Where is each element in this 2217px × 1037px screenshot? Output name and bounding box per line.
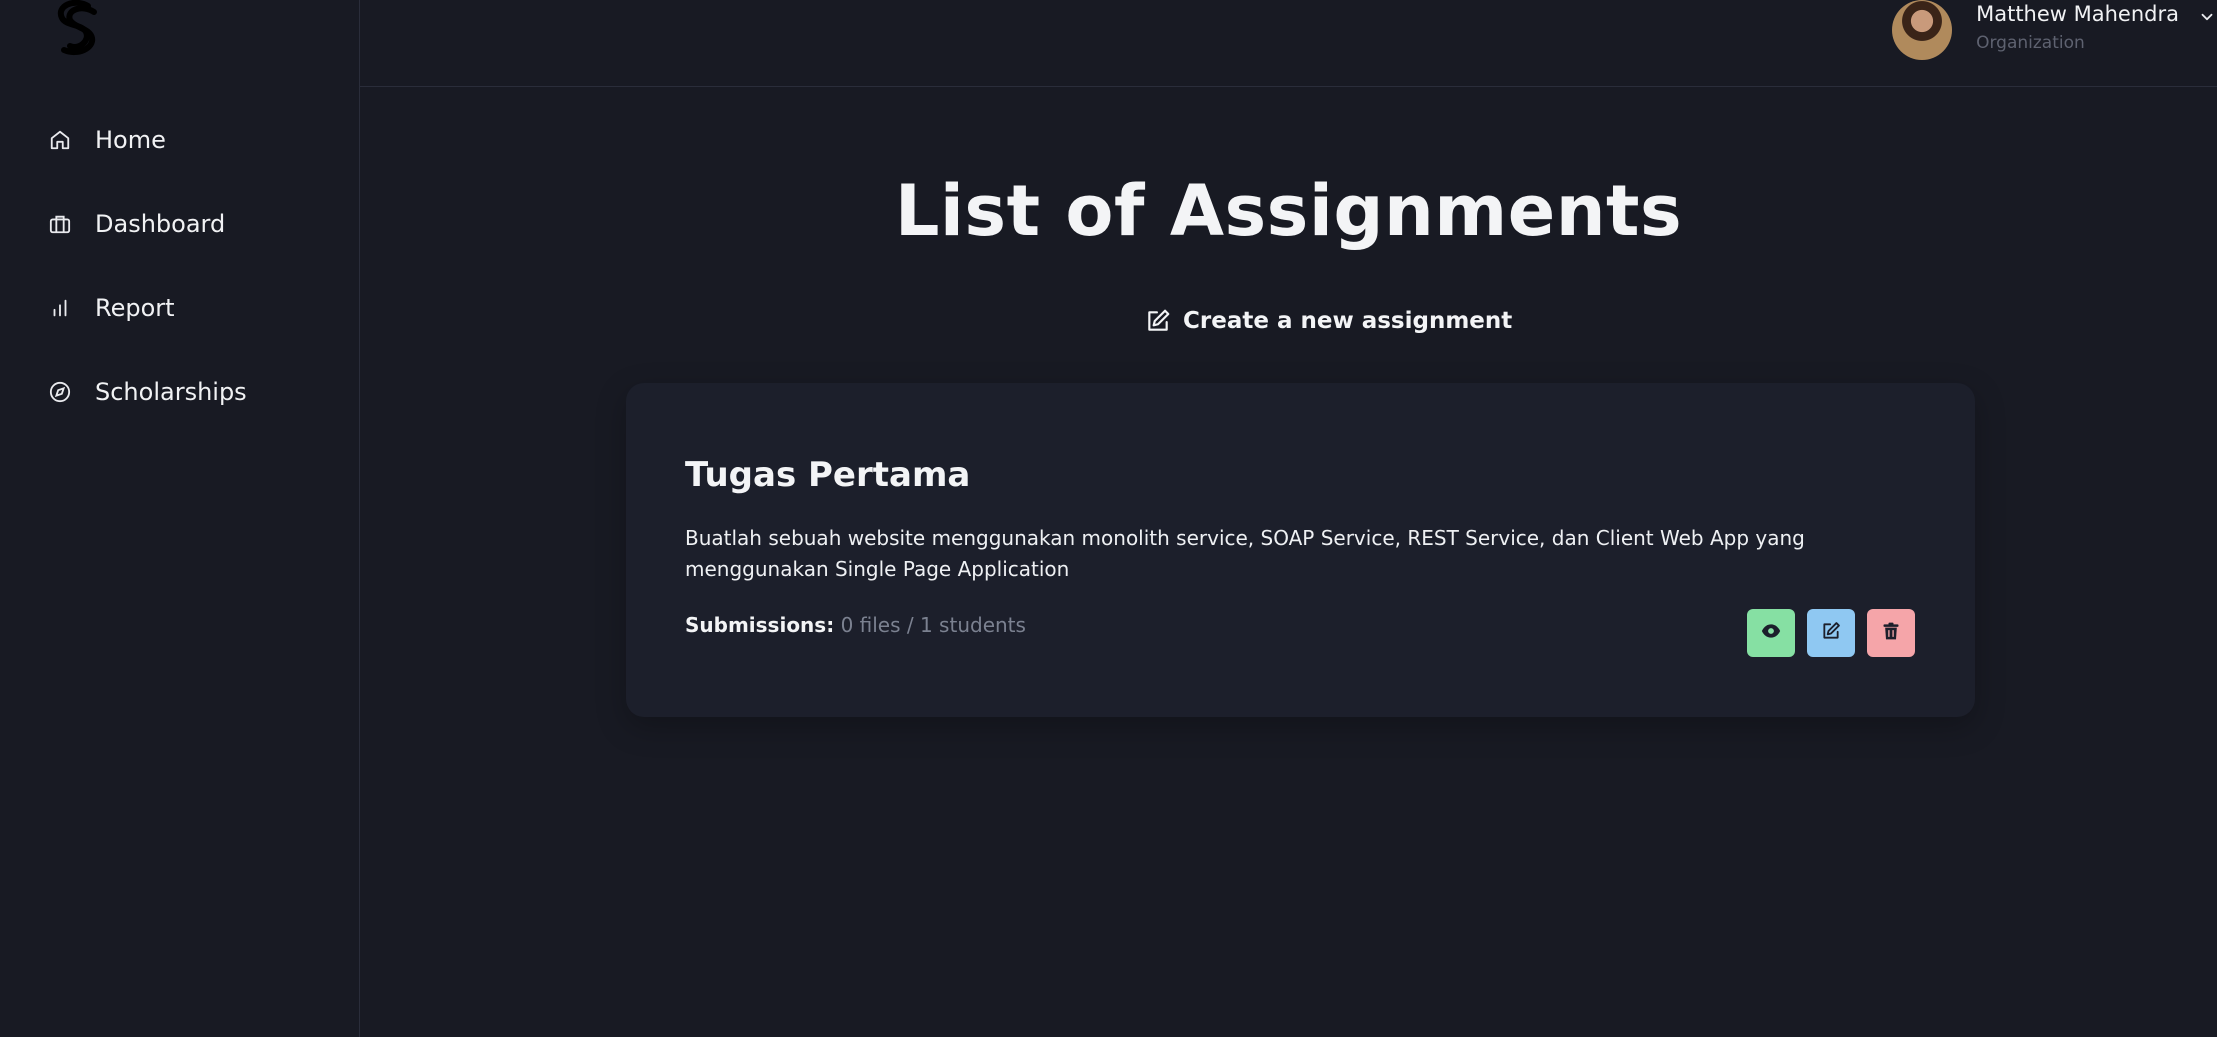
home-icon bbox=[47, 127, 73, 153]
create-assignment-button[interactable]: Create a new assignment bbox=[1145, 308, 1512, 334]
sidebar-item-label: Report bbox=[95, 294, 175, 322]
assignment-submissions: Submissions: 0 files / 1 students bbox=[685, 613, 1026, 637]
delete-button[interactable] bbox=[1867, 609, 1915, 657]
user-role: Organization bbox=[1976, 33, 2085, 53]
topbar: Matthew Mahendra Organization bbox=[360, 0, 2217, 87]
sidebar-nav: Home Dashboard Report Scholarships bbox=[0, 98, 360, 434]
bar-chart-icon bbox=[47, 295, 73, 321]
user-menu[interactable]: Matthew Mahendra Organization bbox=[1892, 0, 2217, 60]
briefcase-icon bbox=[47, 211, 73, 237]
sidebar-item-scholarships[interactable]: Scholarships bbox=[0, 350, 360, 434]
assignment-card: Tugas Pertama Buatlah sebuah website men… bbox=[626, 383, 1975, 717]
create-assignment-label: Create a new assignment bbox=[1183, 308, 1513, 334]
eye-icon bbox=[1761, 621, 1781, 645]
edit-button[interactable] bbox=[1807, 609, 1855, 657]
user-info: Matthew Mahendra Organization bbox=[1976, 0, 2179, 58]
sidebar-item-label: Home bbox=[95, 126, 166, 154]
sidebar-item-label: Scholarships bbox=[95, 378, 247, 406]
chevron-down-icon[interactable] bbox=[2195, 2, 2217, 32]
user-name: Matthew Mahendra bbox=[1976, 2, 2179, 26]
sidebar-item-dashboard[interactable]: Dashboard bbox=[0, 182, 360, 266]
compass-icon bbox=[47, 379, 73, 405]
avatar[interactable] bbox=[1892, 0, 1953, 60]
app-root: Home Dashboard Report Scholarships Matth… bbox=[0, 0, 2217, 1037]
assignment-actions bbox=[1747, 609, 1915, 657]
sidebar: Home Dashboard Report Scholarships bbox=[0, 0, 360, 1037]
view-button[interactable] bbox=[1747, 609, 1795, 657]
sidebar-item-report[interactable]: Report bbox=[0, 266, 360, 350]
sidebar-item-label: Dashboard bbox=[95, 210, 226, 238]
sidebar-item-home[interactable]: Home bbox=[0, 98, 360, 182]
submissions-label: Submissions: bbox=[685, 613, 835, 637]
assignment-title: Tugas Pertama bbox=[685, 455, 971, 495]
trash-icon bbox=[1881, 621, 1901, 645]
edit-square-icon bbox=[1821, 621, 1841, 645]
brand-logo-icon[interactable] bbox=[48, 0, 108, 60]
assignment-description: Buatlah sebuah website menggunakan monol… bbox=[685, 526, 1805, 581]
page-title: List of Assignments bbox=[894, 170, 1683, 252]
submissions-value: 0 files / 1 students bbox=[840, 613, 1026, 637]
edit-square-icon bbox=[1145, 308, 1171, 334]
